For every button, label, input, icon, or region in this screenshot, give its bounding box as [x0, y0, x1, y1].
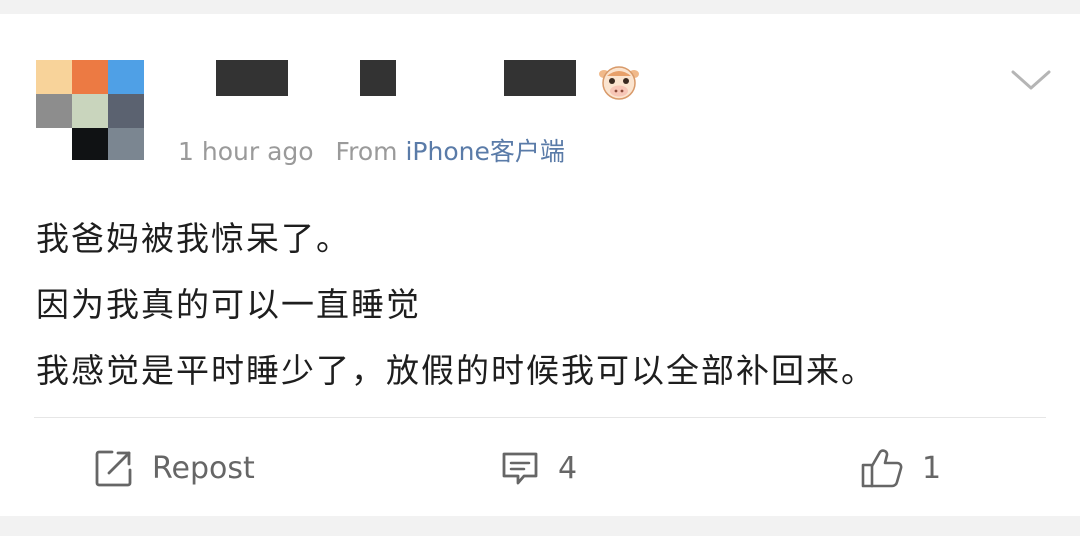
repost-label: Repost [152, 450, 255, 486]
avatar-pixel [36, 128, 72, 160]
post-meta: 1 hour ago From iPhone客户端 [178, 132, 565, 168]
post-timestamp: 1 hour ago [178, 137, 314, 166]
author-name-redacted[interactable] [216, 60, 576, 96]
repost-button[interactable]: Repost [94, 446, 255, 490]
post-card: 1 hour ago From iPhone客户端 我爸妈被我惊呆了。 因为我真的… [0, 14, 1080, 516]
avatar-pixel [72, 128, 108, 160]
post-content: 我爸妈被我惊呆了。 因为我真的可以一直睡觉 我感觉是平时睡少了，放假的时候我可以… [36, 206, 1046, 404]
avatar[interactable] [36, 60, 144, 160]
like-button[interactable]: 1 [860, 446, 941, 490]
avatar-pixel [36, 94, 72, 128]
avatar-pixel [72, 60, 108, 94]
comment-icon [500, 448, 540, 488]
redaction-block [360, 60, 396, 96]
like-count: 1 [922, 450, 942, 486]
chevron-down-icon[interactable] [1010, 68, 1052, 92]
redaction-block [216, 60, 288, 96]
redaction-block [504, 60, 576, 96]
post-from-label: From [335, 137, 398, 166]
thumbs-up-icon [860, 447, 904, 489]
post-source-link[interactable]: iPhone客户端 [405, 137, 564, 166]
divider [34, 417, 1046, 418]
post-text-line: 因为我真的可以一直睡觉 [36, 285, 421, 324]
comment-button[interactable]: 4 [500, 446, 577, 490]
post-text-line: 我感觉是平时睡少了，放假的时候我可以全部补回来。 [36, 351, 876, 390]
avatar-pixel [72, 94, 108, 128]
comment-count: 4 [558, 450, 578, 486]
post-text-line: 我爸妈被我惊呆了。 [36, 219, 351, 258]
avatar-pixel [108, 94, 144, 128]
avatar-pixel [36, 60, 72, 94]
repost-icon [94, 448, 134, 488]
avatar-pixel [108, 60, 144, 94]
cow-emoji-icon [598, 62, 640, 102]
avatar-pixel [108, 128, 144, 160]
